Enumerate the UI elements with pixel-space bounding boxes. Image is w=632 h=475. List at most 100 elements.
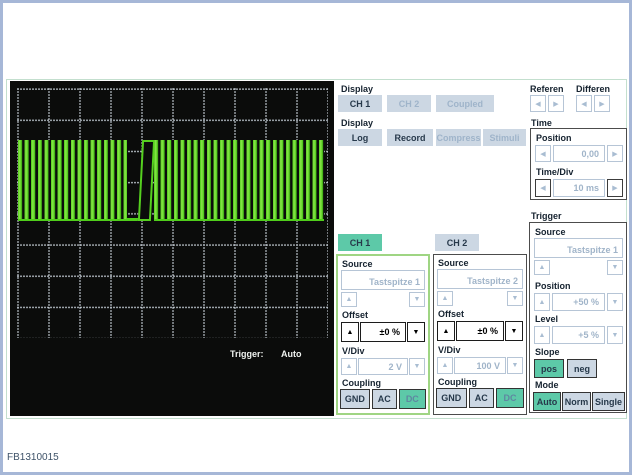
ch1-source-down-button[interactable]: ▼: [409, 292, 425, 307]
display-record-button[interactable]: Record: [387, 129, 433, 146]
down-arrow-icon: ▼: [612, 299, 619, 306]
down-arrow-icon: ▼: [612, 264, 619, 271]
display-ch2-button[interactable]: CH 2: [387, 95, 431, 112]
ch1-source-label: Source: [342, 259, 373, 269]
trigger-level-value[interactable]: +5 %: [552, 326, 605, 344]
ch1-coupling-ac-button[interactable]: AC: [372, 389, 397, 409]
trigger-section-label: Trigger: [531, 211, 562, 221]
ch2-source-down-button[interactable]: ▼: [507, 291, 523, 306]
trigger-level-stepper: ▲ +5 % ▼: [534, 326, 623, 344]
trigger-source-stepper: ▲ ▼: [534, 260, 623, 275]
differential-left-button[interactable]: ◀: [576, 95, 592, 112]
ch2-vdiv-up-button[interactable]: ▲: [437, 357, 453, 374]
ch2-offset-stepper: ▲ ±0 % ▼: [437, 321, 523, 341]
ch2-source-up-button[interactable]: ▲: [437, 291, 453, 306]
display-log-button[interactable]: Log: [338, 129, 382, 146]
trigger-source-label: Source: [535, 227, 566, 237]
reference-left-button[interactable]: ◀: [530, 95, 546, 112]
ch2-vdiv-stepper: ▲ 100 V ▼: [437, 357, 523, 374]
ch1-vdiv-value[interactable]: 2 V: [358, 358, 408, 375]
up-arrow-icon: ▲: [346, 296, 353, 303]
wave-wide-pulse: [138, 140, 155, 221]
timediv-label: Time/Div: [536, 167, 573, 177]
ch2-offset-up-button[interactable]: ▲: [437, 321, 455, 341]
up-arrow-icon: ▲: [539, 299, 546, 306]
ch1-coupling-dc-button[interactable]: DC: [399, 389, 426, 409]
up-arrow-icon: ▲: [442, 362, 449, 369]
down-arrow-icon: ▼: [512, 295, 519, 302]
slope-neg-button[interactable]: neg: [567, 359, 597, 378]
ch1-offset-up-button[interactable]: ▲: [341, 322, 359, 342]
left-arrow-icon: ◀: [581, 100, 586, 108]
trigger-source-up-button[interactable]: ▲: [534, 260, 550, 275]
trigger-panel: Source Tastspitze 1 ▲ ▼ Position ▲ +50 %…: [529, 222, 627, 413]
ch2-coupling-dc-button[interactable]: DC: [496, 388, 524, 408]
wave-burst-right: [154, 140, 324, 221]
down-arrow-icon: ▼: [414, 363, 421, 370]
ch2-source-value[interactable]: Tastspitze 2: [437, 269, 523, 289]
differential-label: Differen: [576, 84, 610, 94]
oscilloscope-screen: Trigger: Auto: [10, 81, 334, 416]
ch2-coupling-gnd-button[interactable]: GND: [436, 388, 467, 408]
display-compress-button[interactable]: Compress: [436, 129, 481, 146]
ch1-source-value[interactable]: Tastspitze 1: [341, 270, 425, 290]
down-arrow-icon: ▼: [413, 329, 420, 336]
wave-burst-left: [18, 140, 127, 221]
display-ch1-button[interactable]: CH 1: [338, 95, 382, 112]
ch1-tab-button[interactable]: CH 1: [338, 234, 382, 251]
timediv-value[interactable]: 10 ms: [553, 179, 605, 197]
trigger-level-up-button[interactable]: ▲: [534, 326, 550, 344]
oscilloscope-app-window: Trigger: Auto Display CH 1 CH 2 Coupled …: [0, 0, 632, 475]
trigger-level-down-button[interactable]: ▼: [607, 326, 623, 344]
differential-right-button[interactable]: ▶: [594, 95, 610, 112]
trigger-position-value[interactable]: +50 %: [552, 293, 605, 311]
ch1-offset-value[interactable]: ±0 %: [360, 322, 406, 342]
ch1-coupling-label: Coupling: [342, 378, 381, 388]
ch2-vdiv-down-button[interactable]: ▼: [507, 357, 523, 374]
right-arrow-icon: ▶: [553, 100, 558, 108]
trigger-position-up-button[interactable]: ▲: [534, 293, 550, 311]
time-section-label: Time: [531, 118, 552, 128]
up-arrow-icon: ▲: [347, 329, 354, 336]
ch1-coupling-gnd-button[interactable]: GND: [340, 389, 370, 409]
ch2-coupling-buttons: GND AC DC: [436, 388, 524, 408]
up-arrow-icon: ▲: [443, 328, 450, 335]
time-panel: Position ◀ 0,00 ▶ Time/Div ◀ 10 ms ▶: [530, 128, 627, 200]
ch1-source-stepper: ▲ ▼: [341, 292, 425, 307]
ch1-panel: Source Tastspitze 1 ▲ ▼ Offset ▲ ±0 % ▼ …: [336, 254, 430, 415]
mode-auto-button[interactable]: Auto: [533, 392, 561, 411]
right-arrow-icon: ▶: [599, 100, 604, 108]
trigger-source-down-button[interactable]: ▼: [607, 260, 623, 275]
reference-label: Referen: [530, 84, 564, 94]
trigger-source-value[interactable]: Tastspitze 1: [534, 238, 623, 258]
ch1-offset-down-button[interactable]: ▼: [407, 322, 425, 342]
ch2-vdiv-value[interactable]: 100 V: [454, 357, 506, 374]
timediv-right-button[interactable]: ▶: [607, 179, 623, 197]
ch1-offset-stepper: ▲ ±0 % ▼: [341, 322, 425, 342]
ch1-vdiv-down-button[interactable]: ▼: [409, 358, 425, 375]
mode-single-button[interactable]: Single: [592, 392, 625, 411]
ch2-offset-value[interactable]: ±0 %: [456, 321, 504, 341]
time-position-right-button[interactable]: ▶: [607, 145, 623, 162]
square-wave-trace: [18, 140, 324, 221]
slope-pos-button[interactable]: pos: [534, 359, 564, 378]
ch1-vdiv-up-button[interactable]: ▲: [341, 358, 357, 375]
ch2-offset-down-button[interactable]: ▼: [505, 321, 523, 341]
ch2-tab-button[interactable]: CH 2: [435, 234, 479, 251]
trigger-mode-buttons: Auto Norm Single: [533, 392, 625, 411]
time-position-value[interactable]: 0,00: [553, 145, 605, 162]
trigger-position-down-button[interactable]: ▼: [607, 293, 623, 311]
down-arrow-icon: ▼: [512, 362, 519, 369]
mode-norm-button[interactable]: Norm: [562, 392, 591, 411]
time-position-label: Position: [536, 133, 572, 143]
trigger-status-value: Auto: [281, 349, 302, 359]
ch1-source-up-button[interactable]: ▲: [341, 292, 357, 307]
reference-right-button[interactable]: ▶: [548, 95, 564, 112]
timediv-left-button[interactable]: ◀: [535, 179, 551, 197]
ch2-coupling-ac-button[interactable]: AC: [469, 388, 494, 408]
display-coupled-button[interactable]: Coupled: [436, 95, 494, 112]
ch2-vdiv-label: V/Div: [438, 345, 461, 355]
up-arrow-icon: ▲: [539, 332, 546, 339]
display-stimuli-button[interactable]: Stimuli: [483, 129, 526, 146]
time-position-left-button[interactable]: ◀: [535, 145, 551, 162]
